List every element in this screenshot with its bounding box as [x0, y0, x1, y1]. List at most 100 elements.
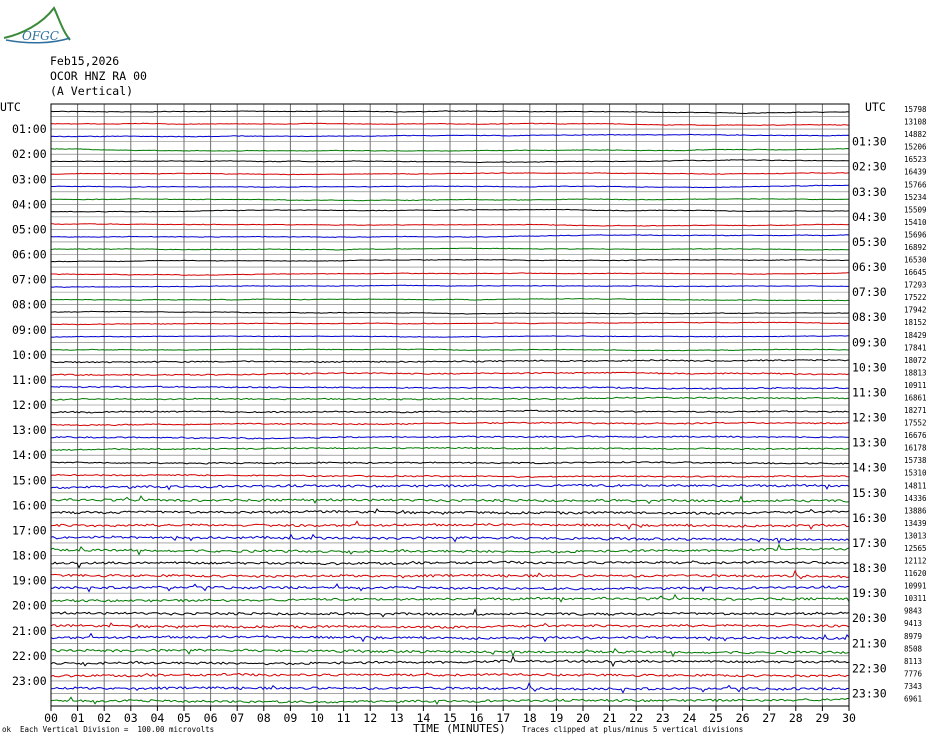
- trace-count-label: 10311: [904, 594, 927, 603]
- scale-note: Each Vertical Division = 100.00 microvol…: [20, 725, 215, 734]
- right-hour-label: 17:30: [852, 536, 887, 550]
- x-tick-label: 26: [736, 711, 750, 725]
- trace-count-label: 15206: [904, 143, 927, 152]
- right-hour-label: 16:30: [852, 511, 887, 525]
- trace-count-label: 7343: [904, 682, 922, 691]
- right-hour-label: 22:30: [852, 661, 887, 675]
- trace-count-label: 16861: [904, 393, 927, 402]
- right-hour-label: 09:30: [852, 335, 887, 349]
- trace-count-label: 9413: [904, 619, 922, 628]
- trace-count-label: 17841: [904, 343, 927, 352]
- left-hour-label: 11:00: [12, 373, 47, 387]
- trace-count-label: 7776: [904, 669, 923, 678]
- trace-count-label: 8979: [904, 632, 922, 641]
- right-hour-label: 05:30: [852, 235, 887, 249]
- left-hour-label: 08:00: [12, 298, 47, 312]
- trace-count-label: 12112: [904, 557, 927, 566]
- trace-count-label: 15738: [904, 456, 927, 465]
- trace-count-label: 8508: [904, 644, 923, 653]
- trace-count-label: 9843: [904, 607, 922, 616]
- left-hour-label: 07:00: [12, 273, 47, 287]
- x-tick-label: 21: [603, 711, 617, 725]
- trace-count-label: 18813: [904, 368, 927, 377]
- left-hour-label: 01:00: [12, 122, 47, 136]
- left-hour-label: 13:00: [12, 423, 47, 437]
- x-tick-label: 30: [842, 711, 856, 725]
- right-hour-label: 19:30: [852, 586, 887, 600]
- trace-count-label: 17522: [904, 293, 927, 302]
- trace-count-label: 10991: [904, 582, 927, 591]
- x-tick-label: 27: [762, 711, 776, 725]
- left-hour-label: 21:00: [12, 624, 47, 638]
- right-hour-label: 06:30: [852, 260, 887, 274]
- left-hour-label: 16:00: [12, 498, 47, 512]
- x-tick-label: 23: [656, 711, 670, 725]
- left-hour-label: 15:00: [12, 473, 47, 487]
- x-tick-label: 01: [71, 711, 85, 725]
- trace-count-label: 13013: [904, 531, 927, 540]
- trace-count-label: 10911: [904, 381, 927, 390]
- trace-count-label: 15310: [904, 469, 927, 478]
- trace-count-label: 16892: [904, 243, 927, 252]
- x-tick-label: 03: [124, 711, 138, 725]
- left-hour-label: 09:00: [12, 323, 47, 337]
- corner-mark: ok: [2, 725, 12, 734]
- left-hour-label: 12:00: [12, 398, 47, 412]
- right-hour-label: 11:30: [852, 385, 887, 399]
- x-tick-label: 11: [337, 711, 351, 725]
- trace-count-label: 6961: [904, 694, 922, 703]
- trace-count-label: 14336: [904, 494, 927, 503]
- x-tick-label: 22: [629, 711, 643, 725]
- x-tick-label: 20: [576, 711, 590, 725]
- trace-count-label: 18429: [904, 331, 927, 340]
- x-tick-label: 07: [230, 711, 244, 725]
- x-tick-label: 10: [310, 711, 324, 725]
- x-tick-label: 08: [257, 711, 271, 725]
- x-tick-label: 19: [549, 711, 563, 725]
- right-hour-label: 21:30: [852, 636, 887, 650]
- left-hour-label: 04:00: [12, 197, 47, 211]
- trace-count-label: 13108: [904, 118, 927, 127]
- trace-count-label: 15234: [904, 193, 927, 202]
- trace-count-label: 17293: [904, 281, 927, 290]
- trace-count-label: 16178: [904, 444, 927, 453]
- x-tick-label: 24: [682, 711, 696, 725]
- right-hour-label: 02:30: [852, 160, 887, 174]
- trace-count-label: 16523: [904, 155, 927, 164]
- left-hour-label: 14:00: [12, 448, 47, 462]
- trace-count-label: 12565: [904, 544, 927, 553]
- trace-count-label: 16676: [904, 431, 927, 440]
- left-hour-label: 17:00: [12, 523, 47, 537]
- left-hour-label: 19:00: [12, 574, 47, 588]
- x-tick-label: 06: [204, 711, 218, 725]
- trace-count-label: 15410: [904, 218, 927, 227]
- right-hour-label: 15:30: [852, 486, 887, 500]
- trace-count-label: 16645: [904, 268, 927, 277]
- helicorder-chart: 00 01 02 03 04 05 06 07 08 09 10 11 12 13 14 15 16 17 18 19…: [12, 103, 927, 725]
- x-tick-label: 05: [177, 711, 191, 725]
- x-tick-label: 04: [150, 711, 164, 725]
- x-tick-label: 00: [44, 711, 58, 725]
- x-tick-label: 13: [390, 711, 404, 725]
- left-hour-label: 06:00: [12, 248, 47, 262]
- right-hour-label: 03:30: [852, 185, 887, 199]
- trace-count-label: 14811: [904, 481, 927, 490]
- left-hour-label: 23:00: [12, 674, 47, 688]
- right-hour-label: 08:30: [852, 310, 887, 324]
- x-axis-title: TIME (MINUTES): [413, 722, 506, 735]
- x-tick-label: 09: [283, 711, 297, 725]
- trace-count-label: 15798: [904, 105, 927, 114]
- x-tick-label: 12: [363, 711, 377, 725]
- right-hour-label: 10:30: [852, 360, 887, 374]
- trace-count-label: 8113: [904, 657, 922, 666]
- left-hour-label: 18:00: [12, 549, 47, 563]
- trace-count-label: 13439: [904, 519, 927, 528]
- trace-count-label: 15696: [904, 230, 927, 239]
- trace-count-label: 18072: [904, 356, 927, 365]
- left-hour-label: 20:00: [12, 599, 47, 613]
- right-hour-label: 18:30: [852, 561, 887, 575]
- trace-count-label: 11620: [904, 569, 927, 578]
- left-hour-label: 03:00: [12, 172, 47, 186]
- left-hour-label: 05:00: [12, 222, 47, 236]
- left-hour-label: 10:00: [12, 348, 47, 362]
